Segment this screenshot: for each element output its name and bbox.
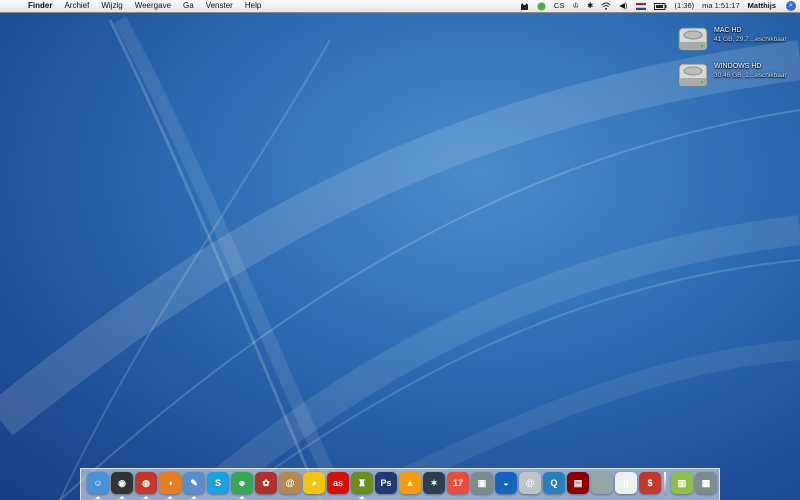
disk-name: WINDOWS HD	[714, 63, 762, 70]
disk-mac-hd[interactable]: MAC HD 41 GB, 29,7…eschikbaar	[676, 22, 787, 56]
iphoto-icon[interactable]: ▣	[471, 472, 493, 494]
menu-finder[interactable]: Finder	[22, 0, 58, 12]
ical-icon[interactable]: 17	[447, 472, 469, 494]
ipod-icon[interactable]: ▯	[615, 472, 637, 494]
disk-info: 41 GB, 29,7…eschikbaar	[714, 36, 787, 43]
finder-icon[interactable]: ☺	[87, 472, 109, 494]
dock: ☺ ◉ ◍ ◑ ✎ S ☻ ✿ @ ◕ as ♜ Ps ▲ ✶ 17 ▣ ◒ @ Q ▤ ▯ $ ▥ ▦	[80, 468, 720, 500]
game-icon[interactable]: ♜	[351, 472, 373, 494]
photo-booth-icon[interactable]: ▤	[567, 472, 589, 494]
documents-icon[interactable]: ▥	[671, 472, 693, 494]
menu-bar: Finder Archief Wijzig Weergave Ga Venste…	[0, 0, 800, 13]
trash-icon[interactable]: ▦	[695, 472, 717, 494]
wifi-icon[interactable]	[597, 2, 615, 10]
cs-menu[interactable]: CS	[550, 0, 568, 12]
dashboard-icon[interactable]: ◉	[111, 472, 133, 494]
desktop: Finder Archief Wijzig Weergave Ga Venste…	[0, 0, 800, 500]
skype-icon[interactable]: S	[207, 472, 229, 494]
vlc-icon[interactable]: ▲	[399, 472, 421, 494]
flag-nl-icon[interactable]	[632, 2, 650, 10]
cyberduck-icon[interactable]: ◕	[303, 472, 325, 494]
disk-windows-hd[interactable]: WINDOWS HD 30,46 GB, 1…eschikbaar	[676, 58, 787, 92]
menu-wijzig[interactable]: Wijzig	[95, 0, 128, 12]
running-indicator	[359, 496, 365, 499]
clock[interactable]: ma 1:51:17	[698, 0, 744, 12]
quicktime-icon[interactable]: Q	[543, 472, 565, 494]
menu-ga[interactable]: Ga	[177, 0, 200, 12]
running-indicator	[191, 496, 197, 499]
spotlight-icon[interactable]: ⌕	[786, 1, 796, 11]
user-menu[interactable]: Matthijs	[744, 0, 780, 12]
disk-name: MAC HD	[714, 27, 742, 34]
adium-icon[interactable]: ☻	[231, 472, 253, 494]
firefox-icon[interactable]: ◑	[159, 472, 181, 494]
menu-venster[interactable]: Venster	[200, 0, 239, 12]
running-indicator	[143, 496, 149, 499]
ical-red-icon[interactable]: ✿	[255, 472, 277, 494]
menu-help[interactable]: Help	[239, 0, 267, 12]
running-indicator	[167, 496, 173, 499]
running-indicator	[95, 496, 101, 499]
menu-archief[interactable]: Archief	[58, 0, 95, 12]
photoshop-icon[interactable]: Ps	[375, 472, 397, 494]
cat-menu-icon[interactable]	[516, 2, 533, 11]
hard-drive-icon	[678, 27, 708, 51]
bluetooth-icon[interactable]: ✱	[583, 0, 597, 12]
system-preferences-icon[interactable]	[591, 472, 613, 494]
apple-menu-icon[interactable]	[0, 0, 22, 12]
address-book-icon[interactable]: @	[279, 472, 301, 494]
front-row-icon[interactable]: ◍	[135, 472, 157, 494]
running-indicator	[119, 496, 125, 499]
volume-icon[interactable]: ◀)	[615, 0, 631, 12]
hard-drive-icon	[678, 63, 708, 87]
running-indicator	[239, 496, 245, 499]
crown-icon[interactable]: ♔	[568, 0, 583, 12]
adium-status-icon[interactable]	[533, 2, 550, 11]
text-editor-icon[interactable]: ✎	[183, 472, 205, 494]
money-icon[interactable]: $	[639, 472, 661, 494]
imovie-icon[interactable]: ✶	[423, 472, 445, 494]
lastfm-icon[interactable]: as	[327, 472, 349, 494]
address-icon[interactable]: @	[519, 472, 541, 494]
battery-time[interactable]: (1:36)	[671, 0, 699, 12]
menu-weergave[interactable]: Weergave	[129, 0, 177, 12]
disk-info: 30,46 GB, 1…eschikbaar	[714, 72, 787, 79]
dock-separator	[664, 472, 666, 496]
battery-icon[interactable]	[650, 2, 671, 10]
google-earth-icon[interactable]: ◒	[495, 472, 517, 494]
